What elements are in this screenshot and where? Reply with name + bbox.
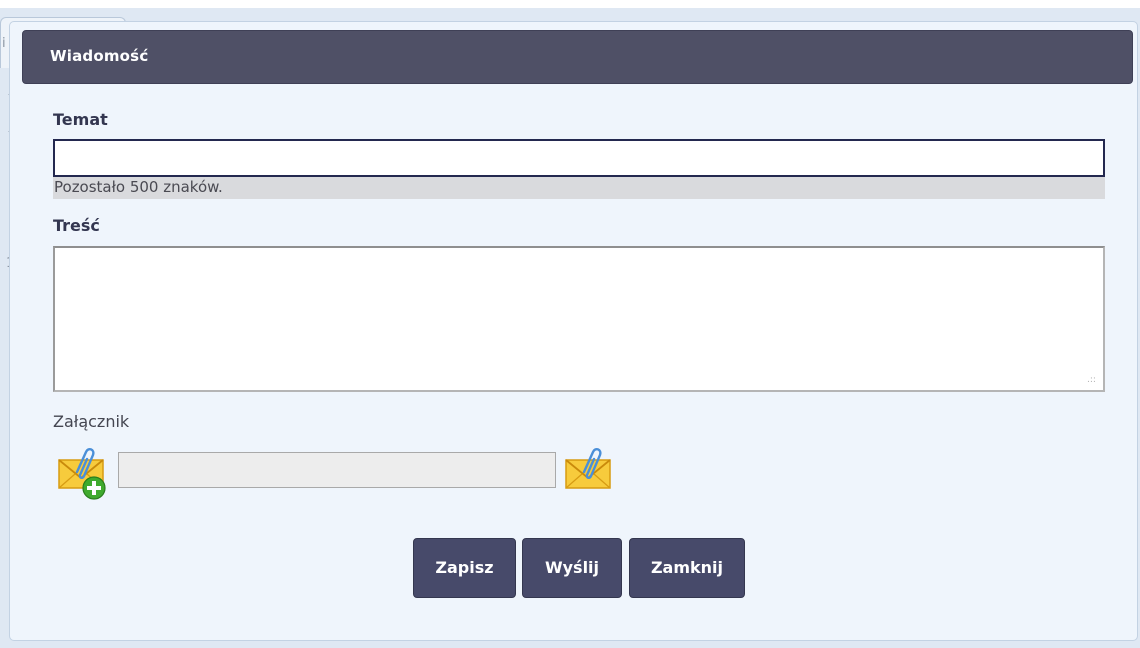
send-button[interactable]: Wyślij bbox=[522, 538, 622, 598]
background-fragment-text: i bbox=[2, 36, 6, 51]
attach-file-icon[interactable] bbox=[563, 446, 619, 502]
subject-counter-bar: Pozostało 500 znaków. bbox=[53, 177, 1105, 199]
dialog-titlebar: Wiadomość bbox=[22, 30, 1133, 84]
body-label: Treść bbox=[53, 216, 100, 235]
dialog-title: Wiadomość bbox=[50, 47, 149, 65]
attachment-label: Załącznik bbox=[53, 412, 130, 431]
subject-input[interactable] bbox=[53, 139, 1105, 177]
save-button[interactable]: Zapisz bbox=[413, 538, 516, 598]
subject-counter-text: Pozostało 500 znaków. bbox=[54, 178, 223, 196]
subject-label: Temat bbox=[53, 110, 108, 129]
attachment-file-field[interactable] bbox=[118, 452, 556, 488]
message-dialog: Wiadomość Temat Pozostało 500 znaków. Tr… bbox=[9, 21, 1138, 641]
resize-grip-icon[interactable]: .:: bbox=[1087, 376, 1099, 388]
body-textarea[interactable] bbox=[53, 246, 1105, 392]
close-button[interactable]: Zamknij bbox=[629, 538, 745, 598]
add-attachment-icon[interactable] bbox=[56, 446, 112, 502]
